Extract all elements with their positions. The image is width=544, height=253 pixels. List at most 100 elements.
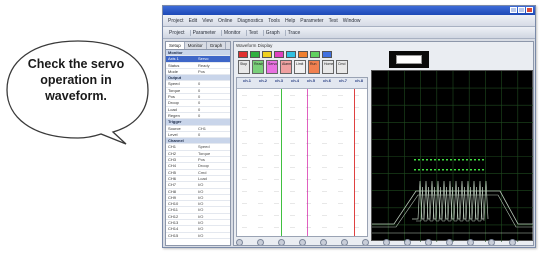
channel-header-3[interactable]: ch.3	[273, 78, 285, 84]
toolbar-button-trace[interactable]: Trace	[284, 29, 303, 36]
menu-item-view[interactable]: View	[201, 18, 214, 24]
control-knob-icon[interactable]	[236, 239, 243, 245]
channel-cell: ·····	[290, 154, 296, 158]
scope-dot	[466, 159, 468, 161]
channel-header-7[interactable]: ch.7	[337, 78, 349, 84]
tab-monitor[interactable]: Monitor	[185, 42, 207, 49]
control-knob-icon[interactable]	[257, 239, 264, 245]
channel-cell: ·····	[274, 106, 280, 110]
channel-cell: ·····	[338, 142, 344, 146]
signal-indicator-2	[250, 51, 260, 58]
channel-cell: ·····	[274, 130, 280, 134]
display-button[interactable]	[396, 55, 422, 64]
control-knob-icon[interactable]	[278, 239, 285, 245]
channel-cell: ·····	[322, 214, 328, 218]
parameter-value: CH1	[198, 125, 207, 131]
channel-cell: ·····	[306, 154, 312, 158]
parameter-value: I/O	[198, 213, 204, 219]
channel-cell: ·····	[290, 118, 296, 122]
control-knob-icon[interactable]	[509, 239, 516, 245]
channel-cell: ·····	[354, 214, 360, 218]
channel-cell: ·····	[290, 190, 296, 194]
parameter-value: I/O	[198, 182, 204, 188]
toolbar-button-test[interactable]: Test	[245, 29, 260, 36]
menu-item-project[interactable]: Project	[167, 18, 185, 24]
channel-cell: ·····	[242, 118, 248, 122]
scope-dot	[474, 169, 476, 171]
close-icon[interactable]	[526, 7, 533, 13]
parameter-name: CH4	[168, 163, 177, 169]
parameter-value: 0	[198, 106, 201, 112]
channel-cell: ·····	[354, 202, 360, 206]
channel-cell: ·····	[322, 226, 328, 230]
tab-graph[interactable]: Graph	[207, 42, 227, 49]
control-knob-icon[interactable]	[299, 239, 306, 245]
parameter-value: 0	[198, 94, 201, 100]
control-knob-icon[interactable]	[488, 239, 495, 245]
channel-cell: ·····	[322, 202, 328, 206]
menu-item-window[interactable]: Window	[342, 18, 362, 24]
parameter-name: Source	[168, 125, 181, 131]
maximize-icon[interactable]	[518, 7, 525, 13]
control-strip	[236, 239, 532, 245]
minimize-icon[interactable]	[510, 7, 517, 13]
signal-indicators	[238, 51, 332, 58]
control-knob-icon[interactable]	[446, 239, 453, 245]
menu-item-diagnostics[interactable]: Diagnostics	[236, 18, 264, 24]
control-knob-icon[interactable]	[341, 239, 348, 245]
control-knob-icon[interactable]	[362, 239, 369, 245]
channel-header-8[interactable]: ch.8	[353, 78, 365, 84]
channel-cell: ·····	[258, 154, 264, 158]
menu-item-help[interactable]: Help	[284, 18, 296, 24]
control-knob-icon[interactable]	[383, 239, 390, 245]
channel-cell: ·····	[242, 202, 248, 206]
parameter-list: Monitor Axis 1 Servo Status Ready Mode Pos Outp…	[166, 50, 230, 239]
menu-item-parameter[interactable]: Parameter	[299, 18, 324, 24]
channel-header-6[interactable]: ch.6	[321, 78, 333, 84]
channel-header-5[interactable]: ch.5	[305, 78, 317, 84]
parameter-name: CH1	[168, 144, 177, 150]
scope-dot	[438, 159, 440, 161]
control-knob-icon[interactable]	[320, 239, 327, 245]
parameter-name: Torque	[168, 87, 181, 93]
channel-header-2[interactable]: ch.2	[257, 78, 269, 84]
toolbar-button-project[interactable]: Project	[167, 30, 187, 36]
parameter-name: CH15	[168, 232, 179, 238]
parameter-name: CH8	[168, 188, 177, 194]
parameter-name: CH11	[168, 207, 178, 213]
menu-item-online[interactable]: Online	[217, 18, 233, 24]
toolbar-button-monitor[interactable]: Monitor	[220, 29, 243, 36]
channel-cell: ·····	[274, 178, 280, 182]
menu-item-edit[interactable]: Edit	[188, 18, 199, 24]
parameter-value: 0	[198, 100, 201, 106]
menu-item-test[interactable]: Test	[328, 18, 339, 24]
channel-grid-header: ch.1 ch.2 ch.3 ch.4 ch.5 ch.6 ch.7 ch.8	[237, 78, 367, 89]
tab-setup[interactable]: Setup	[166, 42, 185, 49]
scope-dot	[462, 169, 464, 171]
parameter-name: Regen	[168, 112, 180, 118]
parameter-value: Load	[198, 175, 207, 181]
parameter-name: Channel	[168, 138, 184, 144]
channel-header-1[interactable]: ch.1	[241, 78, 253, 84]
scope-dot	[422, 169, 424, 171]
channel-cell: ·····	[322, 166, 328, 170]
control-knob-icon[interactable]	[404, 239, 411, 245]
scope-dot	[434, 169, 436, 171]
channel-cell: ·····	[258, 226, 264, 230]
control-knob-icon[interactable]	[425, 239, 432, 245]
control-knob-icon[interactable]	[467, 239, 474, 245]
menu-item-tools[interactable]: Tools	[267, 18, 281, 24]
channel-header-4[interactable]: ch.4	[289, 78, 301, 84]
toolbar-button-graph[interactable]: Graph	[262, 29, 282, 36]
toolbar-button-parameter[interactable]: Parameter	[189, 29, 218, 36]
parameter-name: CH6	[168, 175, 177, 181]
channel-cell: ·····	[290, 178, 296, 182]
channel-cell: ·····	[322, 190, 328, 194]
parameter-row[interactable]: CH15 I/O	[166, 233, 230, 239]
parameter-name: CH14	[168, 226, 179, 232]
parameter-name: CH3	[168, 157, 177, 163]
channel-cell: ·····	[242, 154, 248, 158]
scope-dot	[482, 159, 484, 161]
status-indicators: Stop Ready Servo Alarm Limit Run Home Cmd	[238, 60, 348, 74]
parameter-name: Monitor	[168, 50, 183, 55]
